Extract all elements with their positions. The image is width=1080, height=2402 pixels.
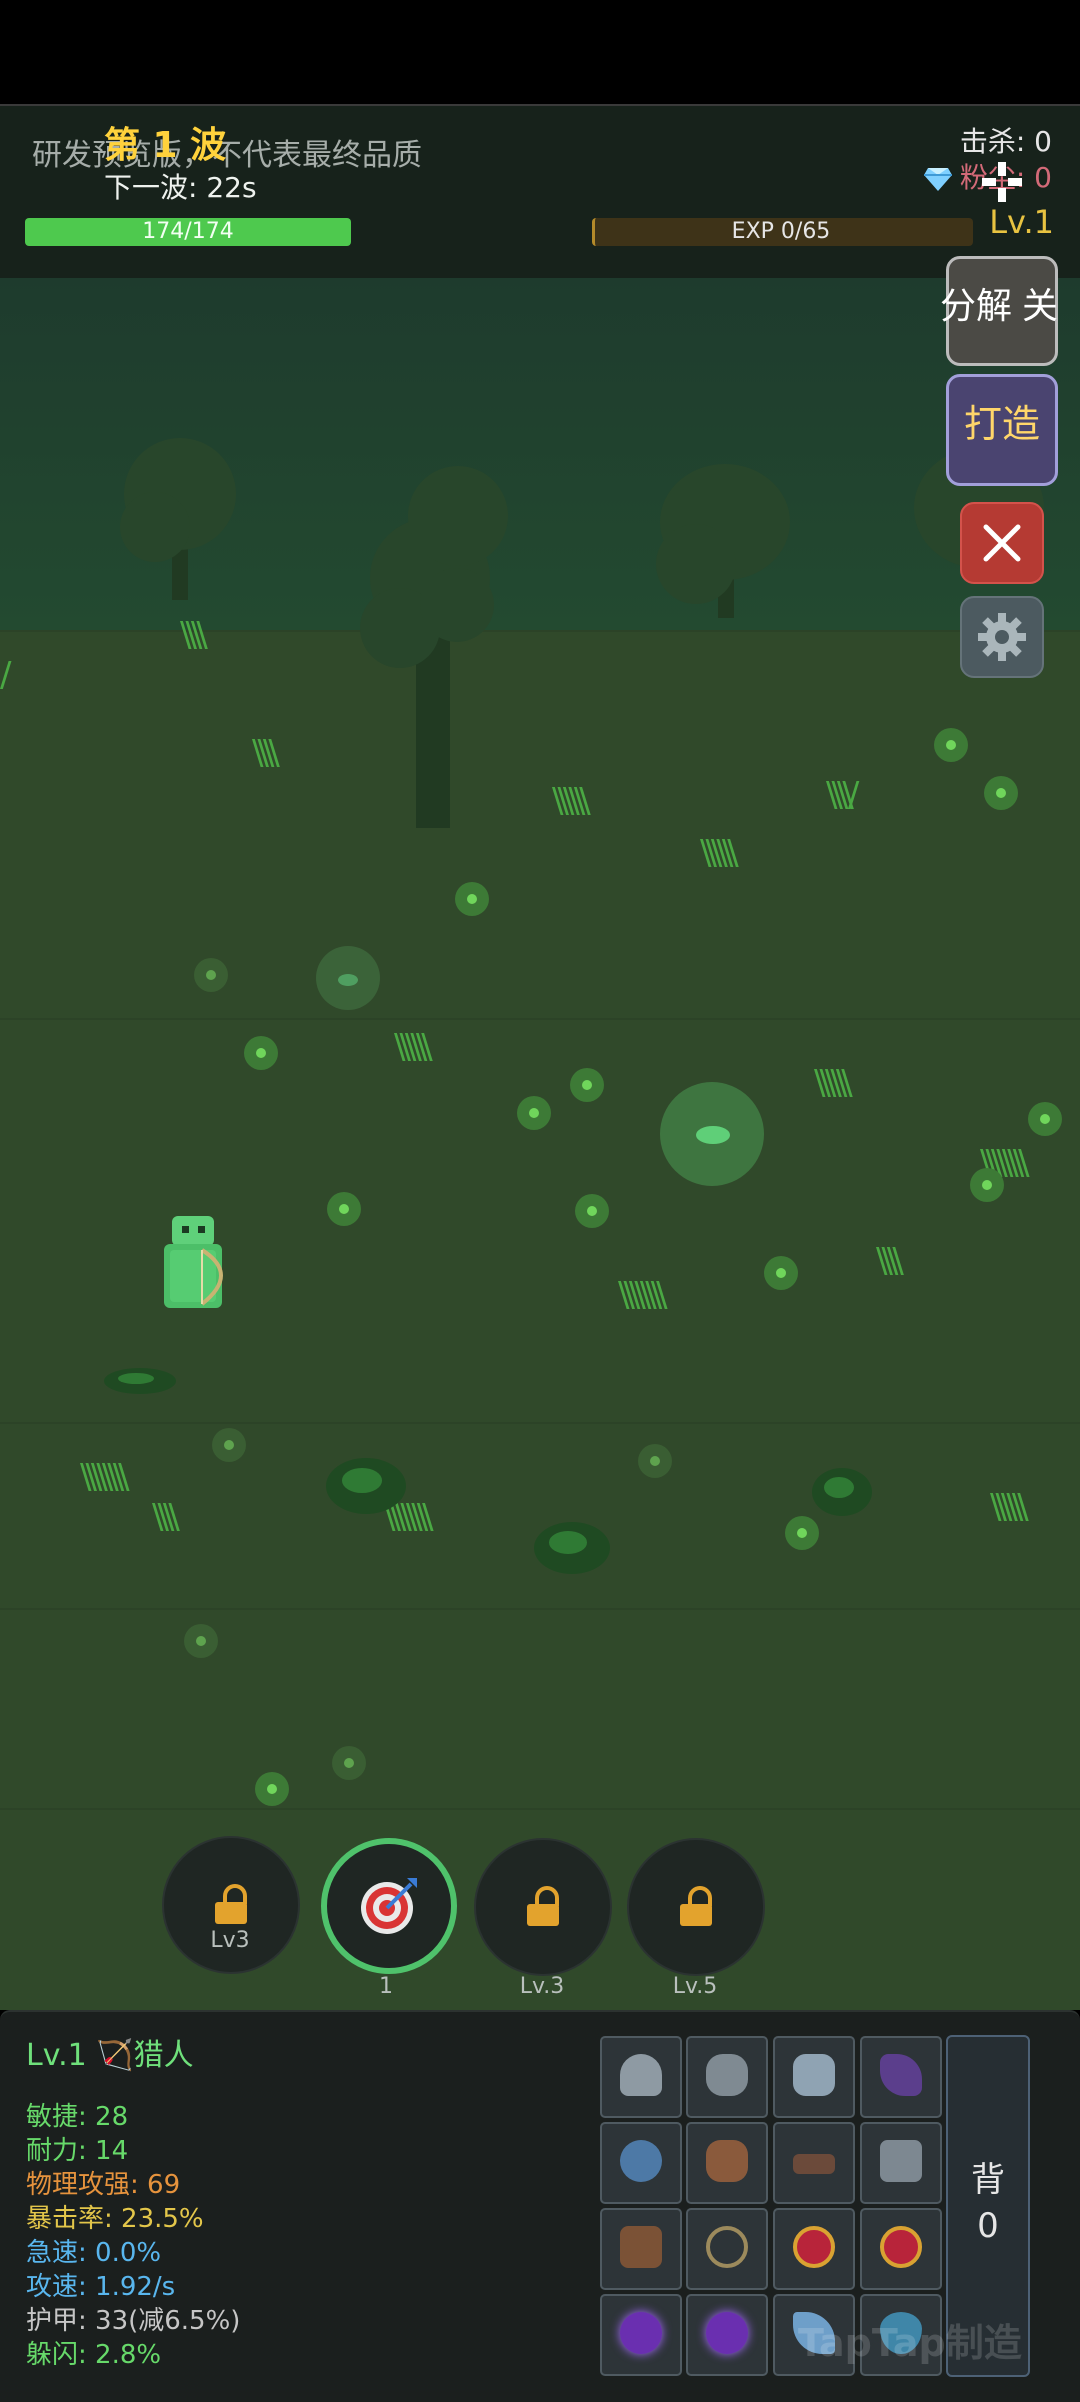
rock <box>534 1522 610 1574</box>
stat-stamina: 耐力: 14 <box>26 2136 129 2166</box>
chest-armor-icon <box>793 2054 835 2096</box>
equip-ring-2[interactable] <box>860 2208 942 2290</box>
stat-armor: 护甲: 33(减6.5%) <box>26 2306 241 2336</box>
decompose-toggle-label: 分解 关 <box>940 285 1059 326</box>
equip-cloak[interactable] <box>860 2036 942 2118</box>
next-wave-timer: 下一波: 22s <box>104 171 257 204</box>
stat-physical-power: 物理攻强: 69 <box>26 2170 181 2200</box>
orb <box>455 882 489 916</box>
kill-count: 击杀: 0 <box>959 125 1052 158</box>
orb <box>244 1036 278 1070</box>
equip-trinket-2[interactable] <box>686 2294 768 2376</box>
stat-attack-speed: 攻速: 1.92/s <box>26 2272 176 2302</box>
stat-agility: 敏捷: 28 <box>26 2102 129 2132</box>
orb <box>332 1746 366 1780</box>
equip-ring-1[interactable] <box>773 2208 855 2290</box>
hunter-character <box>160 1212 244 1312</box>
skill-slot-2[interactable] <box>321 1838 457 1974</box>
orb <box>255 1772 289 1806</box>
orb <box>517 1096 551 1130</box>
skill-slot-1-label: Lv3 <box>210 1928 250 1953</box>
orb <box>934 728 968 762</box>
crosshair-icon[interactable] <box>980 160 1024 204</box>
skill-slot-1[interactable] <box>162 1836 300 1974</box>
orb <box>970 1168 1004 1202</box>
belt-icon <box>793 2154 835 2174</box>
exp-text: EXP 0/65 <box>731 219 831 244</box>
target-icon <box>361 1878 417 1934</box>
equip-helmet[interactable] <box>600 2036 682 2118</box>
spirit-bubble <box>660 1082 764 1186</box>
orb <box>764 1256 798 1290</box>
bag-label: 背 <box>971 2160 1005 2200</box>
shoulders-icon <box>706 2054 748 2096</box>
stat-crit: 暴击率: 23.5% <box>26 2204 204 2234</box>
skill-slot-4-label: Lv.5 <box>672 1974 718 1999</box>
boots-icon <box>620 2226 662 2268</box>
skill-slot-3-label: Lv.3 <box>519 1974 565 1999</box>
orb <box>575 1194 609 1228</box>
cloak-icon <box>880 2054 922 2096</box>
orb <box>570 1068 604 1102</box>
spirit-bubble <box>316 946 380 1010</box>
orb <box>638 1444 672 1478</box>
orb-icon <box>620 2312 662 2354</box>
dust-icon <box>924 166 952 192</box>
orb <box>984 776 1018 810</box>
game-field[interactable]: \\\\ / \\\\ \\\\\\ \\\\/ \\\\\\ \\\\\\ \… <box>0 278 1080 2010</box>
stat-dodge: 躲闪: 2.8% <box>26 2340 162 2370</box>
settings-button[interactable] <box>960 596 1044 678</box>
hp-text: 174/174 <box>142 219 234 244</box>
equip-amulet[interactable] <box>686 2208 768 2290</box>
wave-title: 第 1 波 <box>104 125 227 166</box>
bracers-icon <box>620 2140 662 2182</box>
rock <box>326 1458 406 1514</box>
stat-haste: 急速: 0.0% <box>26 2238 162 2268</box>
gloves-icon <box>706 2140 748 2182</box>
status-bar <box>0 0 1080 106</box>
helmet-icon <box>620 2054 662 2096</box>
grass-tuft: \\\\ <box>180 615 208 655</box>
watermark: TapTap制造 <box>798 2321 1022 2365</box>
orb <box>1028 1102 1062 1136</box>
equip-chest[interactable] <box>773 2036 855 2118</box>
bag-count: 0 <box>977 2206 999 2246</box>
equip-legs[interactable] <box>860 2122 942 2204</box>
equip-trinket-1[interactable] <box>600 2294 682 2376</box>
equip-shoulders[interactable] <box>686 2036 768 2118</box>
equip-bracers[interactable] <box>600 2122 682 2204</box>
rock <box>812 1468 872 1516</box>
ring-icon <box>880 2226 922 2268</box>
craft-label: 打造 <box>963 404 1040 446</box>
skill-slot-2-label: 1 <box>379 1974 393 1999</box>
skill-slot-3[interactable] <box>474 1838 612 1976</box>
gear-icon <box>978 613 1026 661</box>
ring-icon <box>793 2226 835 2268</box>
rock <box>104 1368 176 1394</box>
skill-slot-4[interactable] <box>627 1838 765 1976</box>
character-title: Lv.1 🏹猎人 <box>26 2038 194 2073</box>
amulet-icon <box>706 2226 748 2268</box>
close-icon <box>983 524 1021 562</box>
orb <box>327 1192 361 1226</box>
player-level: Lv.1 <box>989 203 1054 241</box>
equip-gloves[interactable] <box>686 2122 768 2204</box>
orb <box>785 1516 819 1550</box>
close-button[interactable] <box>960 502 1044 584</box>
orb <box>184 1624 218 1658</box>
orb-icon <box>706 2312 748 2354</box>
orb <box>212 1428 246 1462</box>
orb <box>194 958 228 992</box>
equip-belt[interactable] <box>773 2122 855 2204</box>
leg-armor-icon <box>880 2140 922 2182</box>
equip-boots[interactable] <box>600 2208 682 2290</box>
